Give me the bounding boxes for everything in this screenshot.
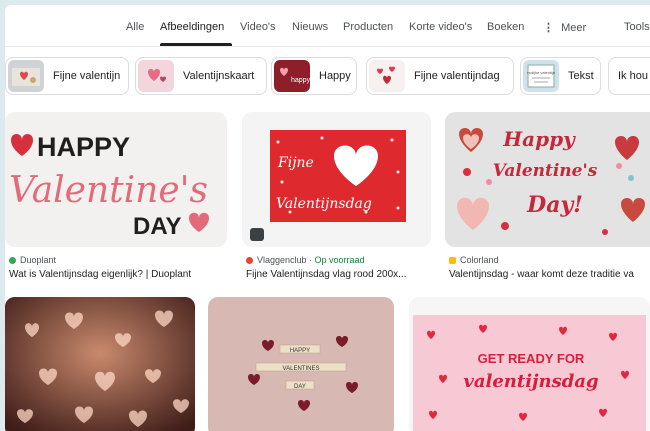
chip-label: Happy	[319, 70, 351, 82]
tab-all[interactable]: Alle	[126, 21, 144, 33]
result-thumbnail: Happy Valentine's Day!	[445, 112, 650, 247]
heart-icon	[11, 134, 33, 156]
source-name: Vlaggenclub	[257, 255, 307, 265]
chip-thumbnail	[369, 60, 405, 92]
chip-label: Ik hou	[618, 70, 648, 82]
chip-thumbnail: happy	[274, 60, 310, 92]
tab-videos[interactable]: Video's	[240, 21, 276, 33]
tab-images[interactable]: Afbeeldingen	[160, 21, 224, 33]
result-thumbnail	[5, 297, 195, 431]
art-line-2: Valentine's	[9, 170, 208, 211]
art-line-3: DAY	[133, 213, 181, 240]
image-result-duoplant[interactable]: HAPPY Valentine's DAY Duoplant Wat is Va…	[5, 112, 227, 287]
chip-thumbnail	[8, 60, 44, 92]
chip-valentijnskaart[interactable]: Valentijnskaart	[135, 57, 267, 95]
site-favicon-icon	[246, 256, 253, 264]
chip-thumbnail	[138, 60, 174, 92]
result-title[interactable]: Wat is Valentijnsdag eigenlijk? | Duopla…	[9, 269, 225, 280]
image-search-page: Alle Afbeeldingen Video's Nieuws Product…	[5, 5, 650, 431]
tab-short-videos[interactable]: Korte video's	[409, 21, 472, 33]
chip-thumb-text: happy	[291, 77, 310, 84]
source-name: Colorland	[460, 255, 499, 265]
tab-books[interactable]: Boeken	[487, 21, 524, 33]
stock-status: Op voorraad	[314, 255, 365, 265]
chip-label: Fijne valentijn	[53, 70, 121, 82]
tab-more-label: Meer	[561, 22, 587, 34]
chip-thumbnail: vrolijke valentijn	[523, 60, 559, 92]
tab-news[interactable]: Nieuws	[292, 21, 328, 33]
search-type-tabs: Alle Afbeeldingen Video's Nieuws Product…	[5, 5, 650, 47]
source-name: Duoplant	[20, 255, 57, 265]
art-line-2: VALENTINES	[283, 366, 320, 372]
chip-happy[interactable]: happy Happy	[271, 57, 357, 95]
site-favicon-icon	[449, 256, 456, 264]
image-result-get-ready[interactable]: GET READY FOR valentijnsdag	[409, 297, 650, 431]
more-vert-icon: ⋮	[543, 22, 554, 34]
result-source: Duoplant	[9, 255, 56, 265]
art-line-1: Fijne	[277, 155, 314, 171]
active-tab-indicator	[160, 43, 232, 46]
chip-label: Tekst	[568, 70, 594, 82]
art-line-3: DAY	[294, 384, 306, 390]
result-thumbnail: GET READY FOR valentijnsdag	[409, 297, 650, 431]
tab-more[interactable]: ⋮ Meer	[543, 21, 586, 34]
result-source: Vlaggenclub · Op voorraad	[246, 255, 365, 265]
chip-tekst[interactable]: vrolijke valentijn Tekst	[520, 57, 601, 95]
chip-label: Fijne valentijndag	[414, 70, 500, 82]
result-title[interactable]: Fijne Valentijnsdag vlag rood 200x...	[246, 269, 431, 280]
art-line-1: GET READY FOR	[478, 351, 585, 366]
chip-label: Valentijnskaart	[183, 70, 255, 82]
chip-ik-hou[interactable]: Ik hou	[608, 57, 650, 95]
related-search-chips: Fijne valentijn Valentijnskaart happy Ha…	[5, 57, 650, 97]
art-line-1: HAPPY	[37, 132, 130, 162]
chip-fijne-valentijn[interactable]: Fijne valentijn	[5, 57, 129, 95]
art-line-1: HAPPY	[290, 348, 310, 354]
art-line-2: valentijnsdag	[463, 371, 598, 392]
image-result-vlaggenclub[interactable]: Fijne Valentijnsdag Vlaggenclub · Op voo…	[242, 112, 431, 287]
result-thumbnail: HAPPY Valentine's DAY	[5, 112, 227, 247]
result-source: Colorland	[449, 255, 499, 265]
heart-icon	[189, 212, 209, 232]
result-thumbnail: Fijne Valentijnsdag	[242, 112, 431, 247]
result-thumbnail: HAPPY VALENTINES DAY	[208, 297, 394, 431]
image-result-bokeh-hearts[interactable]	[5, 297, 195, 431]
image-result-scrabble[interactable]: HAPPY VALENTINES DAY	[208, 297, 394, 431]
tab-products[interactable]: Producten	[343, 21, 393, 33]
art-line-3: Day!	[526, 192, 583, 218]
site-favicon-icon	[9, 256, 16, 264]
art-line-2: Valentine's	[493, 161, 598, 181]
product-tag-icon	[250, 228, 264, 241]
image-result-colorland[interactable]: Happy Valentine's Day! Colorland Valenti…	[445, 112, 650, 287]
tab-tools[interactable]: Tools	[624, 21, 650, 33]
result-title[interactable]: Valentijnsdag - waar komt deze traditie …	[449, 269, 650, 280]
chip-thumb-text: vrolijke valentijn	[527, 70, 555, 75]
chip-fijne-valentijndag[interactable]: Fijne valentijndag	[366, 57, 514, 95]
art-line-1: Happy	[502, 127, 576, 151]
art-line-2: Valentijnsdag	[276, 196, 372, 212]
